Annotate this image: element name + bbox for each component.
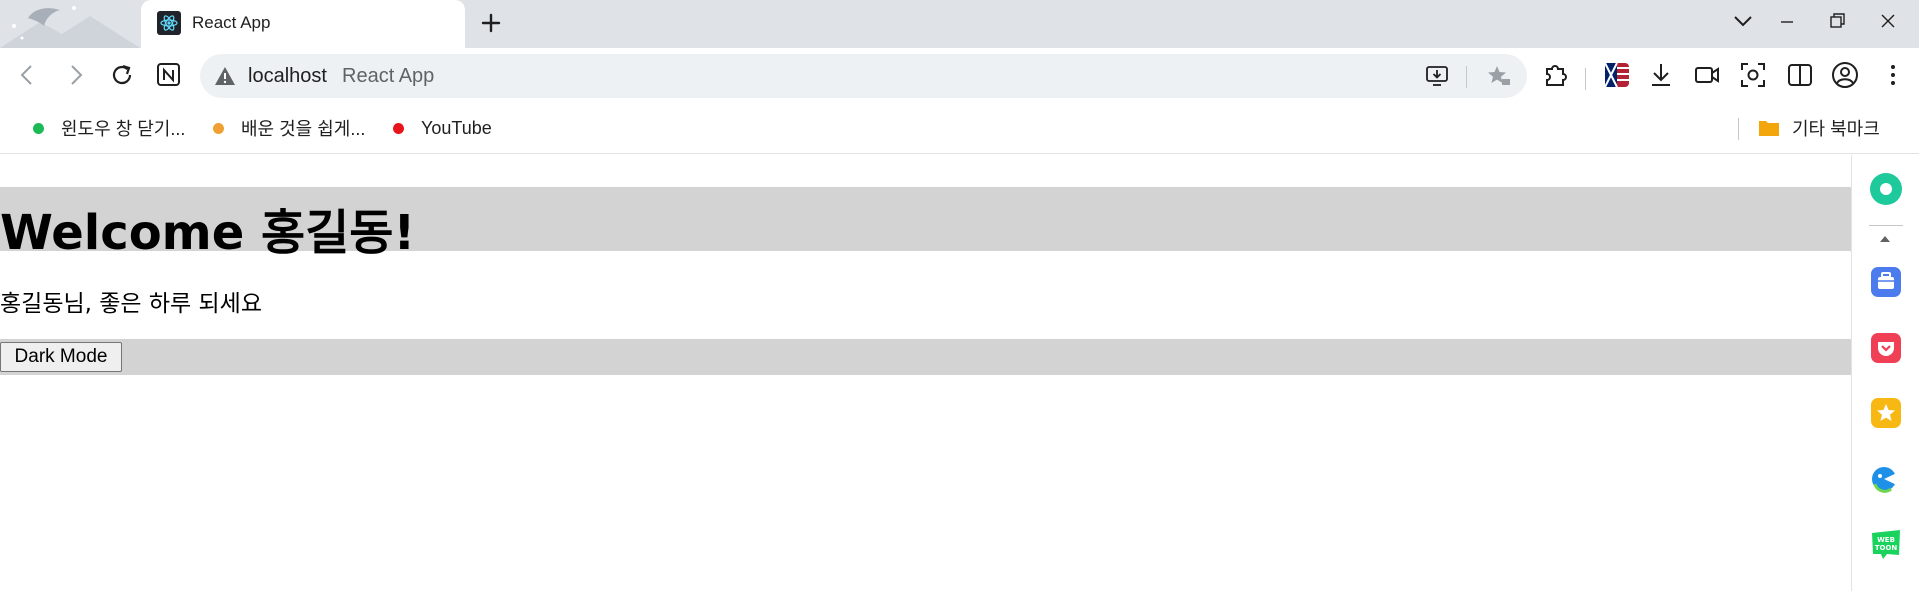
notion-icon: [157, 63, 180, 86]
restore-button[interactable]: [1823, 8, 1853, 34]
bird-icon[interactable]: [1869, 462, 1903, 496]
page-title: Welcome 홍길동!: [0, 205, 416, 261]
bookmark-item[interactable]: 윈도우 창 닫기...: [33, 116, 185, 140]
tab-search-button[interactable]: [1728, 8, 1758, 34]
chevron-down-icon: [1734, 16, 1752, 27]
greeting-text: 홍길동님, 좋은 하루 되세요: [0, 291, 263, 317]
split-panel-icon: [1788, 64, 1812, 86]
bookmark-label: YouTube: [421, 117, 492, 138]
video-capture-button[interactable]: [1692, 60, 1722, 90]
back-arrow-icon: [20, 65, 32, 85]
browser-theme-art: [0, 0, 140, 48]
reload-icon: [112, 64, 132, 85]
webtoon-icon[interactable]: WEB TOON: [1869, 527, 1903, 561]
reload-button[interactable]: [107, 60, 137, 90]
puzzle-icon: [1546, 65, 1567, 86]
svg-text:TOON: TOON: [1875, 544, 1898, 552]
tab-title: React App: [192, 13, 271, 32]
bookmark-star-button[interactable]: [1486, 63, 1512, 89]
bookmarks-divider: [1738, 118, 1739, 140]
extensions-button[interactable]: [1540, 60, 1570, 90]
not-secure-warning-icon[interactable]: [214, 65, 236, 87]
bookmark-item-youtube[interactable]: YouTube: [393, 116, 492, 140]
minimize-button[interactable]: [1772, 8, 1802, 34]
folder-icon: [1759, 121, 1779, 136]
url-host: localhost: [248, 65, 327, 87]
translate-extension-button[interactable]: [1602, 60, 1632, 90]
back-button[interactable]: [12, 60, 42, 90]
other-bookmarks-label: 기타 북마크: [1792, 119, 1880, 139]
forward-button[interactable]: [61, 60, 91, 90]
omnibox-divider: [1466, 66, 1467, 88]
video-camera-icon: [1695, 67, 1719, 83]
install-app-button[interactable]: [1424, 63, 1450, 89]
side-panel: WEB TOON: [1851, 155, 1919, 591]
youtube-dot-icon: [393, 122, 404, 134]
bookmark-dot-icon: [213, 122, 224, 134]
tab-strip: React App: [0, 0, 1919, 48]
bookmark-label: 윈도우 창 닫기...: [61, 119, 186, 139]
tab-react-app[interactable]: React App: [141, 0, 465, 48]
address-bar[interactable]: localhost React App: [200, 54, 1527, 98]
star-bookmark-icon: [1488, 66, 1510, 85]
profile-button[interactable]: [1830, 60, 1860, 90]
side-panel-divider: [1869, 225, 1903, 226]
bookmarks-bar: 윈도우 창 닫기... 배운 것을 쉽게... YouTube 기타 북마크: [0, 104, 1919, 154]
minimize-icon: [1781, 21, 1793, 23]
browser-toolbar: localhost React App: [0, 48, 1919, 104]
plus-icon: [481, 13, 501, 33]
bookmark-item[interactable]: 배운 것을 쉽게...: [213, 116, 365, 140]
circle-app-icon[interactable]: [1869, 172, 1903, 206]
download-icon: [1652, 64, 1670, 86]
account-icon: [1832, 62, 1858, 88]
briefcase-icon[interactable]: [1869, 265, 1903, 299]
new-tab-button[interactable]: [478, 10, 504, 36]
page-content: Welcome 홍길동! 홍길동님, 좋은 하루 되세요 Dark Mode: [0, 155, 1851, 591]
app-footer: Dark Mode: [0, 339, 1851, 375]
other-bookmarks-folder[interactable]: 기타 북마크: [1758, 116, 1880, 140]
react-logo-icon: [157, 11, 181, 35]
toolbar-divider: [1585, 68, 1586, 90]
dark-mode-button[interactable]: Dark Mode: [0, 342, 122, 372]
close-window-button[interactable]: [1873, 8, 1903, 34]
kebab-menu-icon: [1891, 65, 1895, 85]
app-header: Welcome 홍길동!: [0, 187, 1851, 261]
close-icon: [1881, 14, 1895, 28]
star-icon[interactable]: [1869, 396, 1903, 430]
forward-arrow-icon: [71, 65, 83, 85]
screen-capture-icon: [1741, 63, 1765, 87]
side-panel-button[interactable]: [1785, 60, 1815, 90]
screenshot-button[interactable]: [1738, 60, 1768, 90]
svg-text:WEB: WEB: [1877, 536, 1895, 544]
bookmark-label: 배운 것을 쉽게...: [241, 119, 366, 139]
bookmark-dot-icon: [33, 122, 44, 134]
install-icon: [1426, 66, 1448, 86]
downloads-button[interactable]: [1646, 60, 1676, 90]
scroll-up-icon[interactable]: [1880, 236, 1890, 242]
notion-extension-button[interactable]: [154, 60, 184, 90]
restore-icon: [1830, 13, 1845, 28]
menu-button[interactable]: [1878, 60, 1908, 90]
uk-us-flag-icon: [1604, 62, 1629, 88]
url-page-title: React App: [342, 65, 435, 87]
pocket-icon[interactable]: [1869, 331, 1903, 365]
